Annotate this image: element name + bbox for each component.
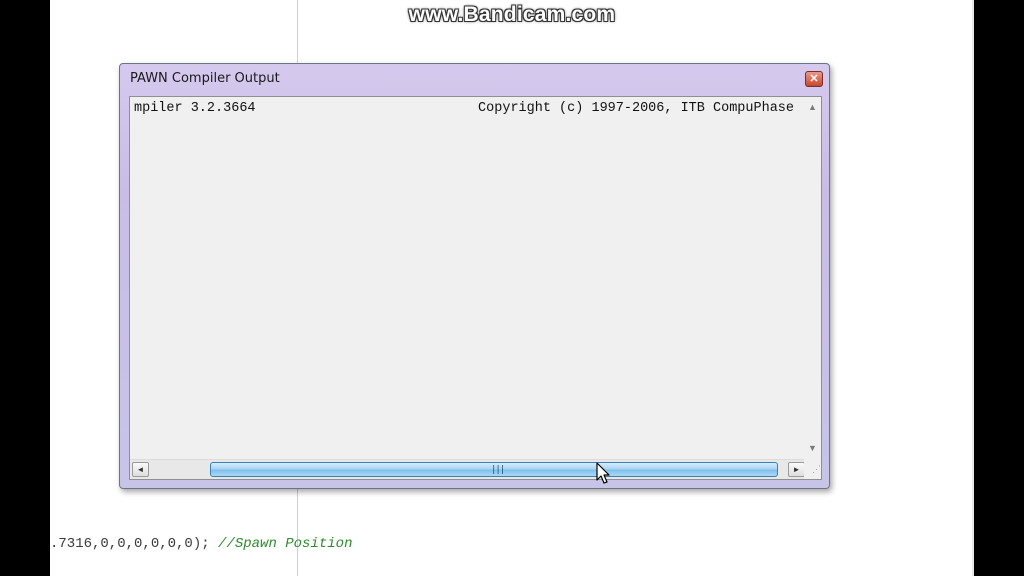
window-title: PAWN Compiler Output bbox=[130, 71, 280, 86]
code-text: .7316,0,0,0,0,0,0); bbox=[50, 536, 210, 552]
scroll-right-icon: ► bbox=[792, 465, 801, 474]
close-icon: ✕ bbox=[809, 73, 819, 85]
editor-right-border bbox=[972, 0, 974, 576]
code-comment: //Spawn Position bbox=[218, 536, 353, 552]
scroll-down-icon[interactable]: ▼ bbox=[807, 443, 818, 453]
title-bar[interactable]: PAWN Compiler Output ✕ bbox=[120, 64, 829, 94]
resize-grip-icon[interactable]: ⋰ bbox=[804, 459, 821, 479]
scroll-thumb[interactable]: ||| bbox=[210, 462, 778, 477]
vertical-scrollbar[interactable]: ▲ ▼ bbox=[804, 97, 821, 459]
watermark: www.Bandicam.com bbox=[408, 3, 616, 26]
scroll-left-icon: ◄ bbox=[136, 465, 145, 474]
thumb-grip-icon: ||| bbox=[491, 465, 505, 475]
scroll-up-icon[interactable]: ▲ bbox=[807, 102, 818, 112]
compiler-version-text: mpiler 3.2.3664 bbox=[134, 101, 256, 116]
close-button[interactable]: ✕ bbox=[805, 71, 823, 87]
output-text: mpiler 3.2.3664 Copyright (c) 1997-2006,… bbox=[134, 101, 794, 453]
mouse-cursor-icon bbox=[596, 462, 610, 484]
copyright-text: Copyright (c) 1997-2006, ITB CompuPhase bbox=[478, 101, 794, 116]
output-pane[interactable]: mpiler 3.2.3664 Copyright (c) 1997-2006,… bbox=[129, 96, 822, 480]
horizontal-scrollbar[interactable]: ◄ ||| ► bbox=[130, 459, 806, 479]
code-line: .7316,0,0,0,0,0,0); //Spawn Position bbox=[50, 536, 352, 552]
scroll-right-button[interactable]: ► bbox=[788, 462, 805, 477]
scroll-left-button[interactable]: ◄ bbox=[132, 462, 149, 477]
compiler-output-window: PAWN Compiler Output ✕ mpiler 3.2.3664 C… bbox=[119, 63, 830, 489]
